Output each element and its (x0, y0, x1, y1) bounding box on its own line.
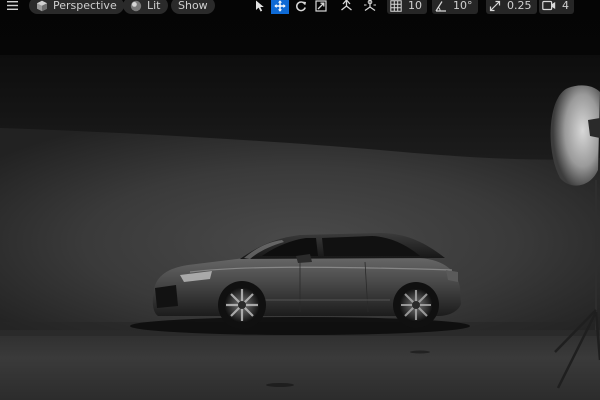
translate-tool-button[interactable] (271, 0, 289, 14)
scale-snap-value: 0.25 (507, 0, 532, 12)
show-label: Show (178, 0, 208, 12)
scale-snap-control[interactable]: 0.25 (486, 0, 537, 14)
level-viewport[interactable]: Perspective Lit Show 10 10° 0.25 4 (0, 0, 600, 400)
rotate-icon (296, 0, 306, 11)
viewport-toolbar: Perspective Lit Show 10 10° 0.25 4 (0, 0, 600, 16)
angle-icon (435, 0, 446, 12)
grid-icon (390, 0, 402, 12)
cube-icon (37, 0, 47, 11)
scale-arrow-icon (489, 0, 501, 11)
grid-snap-value: 10 (408, 0, 422, 12)
scale-icon (315, 0, 327, 12)
rotation-snap-control[interactable]: 10° (432, 0, 478, 14)
surface-snap-icon (364, 0, 376, 11)
camera-speed-control[interactable]: 4 (539, 0, 574, 14)
show-flags-button[interactable]: Show (171, 0, 215, 14)
view-mode-lit-button[interactable]: Lit (123, 0, 168, 14)
world-local-toggle[interactable] (337, 0, 355, 14)
camera-icon (542, 0, 556, 11)
scale-tool-button[interactable] (312, 0, 330, 14)
perspective-label: Perspective (53, 0, 117, 12)
cursor-arrow-icon (256, 0, 264, 11)
grid-snap-control[interactable]: 10 (387, 0, 427, 14)
move-arrows-icon (274, 0, 286, 12)
camera-speed-value: 4 (562, 0, 569, 12)
viewport-scene-render (0, 0, 600, 400)
sphere-icon (130, 0, 142, 11)
lit-label: Lit (147, 0, 161, 12)
world-coordinate-icon (340, 0, 352, 11)
perspective-view-button[interactable]: Perspective (29, 0, 124, 14)
hamburger-menu-icon (6, 1, 18, 10)
rotate-tool-button[interactable] (292, 0, 310, 14)
surface-snapping-toggle[interactable] (361, 0, 379, 14)
select-tool-button[interactable] (251, 0, 269, 14)
viewport-options-button[interactable] (4, 0, 20, 14)
rotation-snap-value: 10° (453, 0, 473, 12)
